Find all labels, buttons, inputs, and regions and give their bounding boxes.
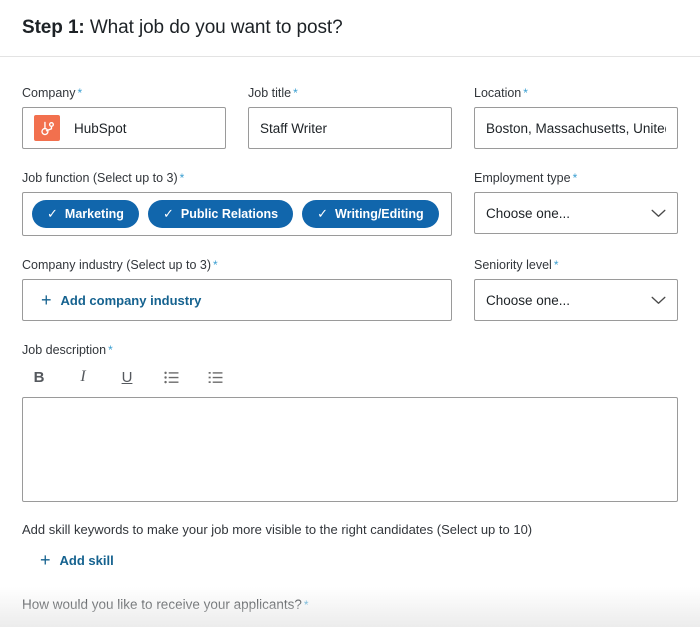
rich-text-toolbar: B I U bbox=[22, 364, 678, 390]
field-job-description: Job description* B I U bbox=[22, 342, 678, 502]
required-indicator: * bbox=[213, 258, 218, 272]
location-input[interactable]: Boston, Massachusetts, United bbox=[474, 107, 678, 149]
field-job-title: Job title* Staff Writer bbox=[248, 85, 452, 149]
field-company: Company* HubSpot bbox=[22, 85, 226, 149]
field-company-industry: Company industry (Select up to 3)* + Add … bbox=[22, 257, 452, 321]
job-title-value: Staff Writer bbox=[260, 121, 327, 136]
bulleted-list-icon[interactable] bbox=[160, 366, 182, 388]
seniority-level-select[interactable]: Choose one... bbox=[474, 279, 678, 321]
bold-icon[interactable]: B bbox=[28, 366, 50, 388]
required-indicator: * bbox=[108, 343, 113, 357]
company-industry-label: Company industry (Select up to 3)* bbox=[22, 257, 452, 273]
company-label: Company* bbox=[22, 85, 226, 101]
skills-helper-text: Add skill keywords to make your job more… bbox=[22, 521, 678, 539]
required-indicator: * bbox=[304, 598, 309, 612]
plus-icon: + bbox=[40, 551, 51, 569]
required-indicator: * bbox=[523, 86, 528, 100]
employment-type-value: Choose one... bbox=[486, 206, 570, 221]
add-skill-button[interactable]: + Add skill bbox=[40, 551, 114, 569]
company-value: HubSpot bbox=[74, 121, 127, 136]
seniority-level-value: Choose one... bbox=[486, 293, 570, 308]
chip-public-relations[interactable]: ✓ Public Relations bbox=[148, 200, 293, 228]
step-question: What job do you want to post? bbox=[85, 17, 343, 38]
applicants-question: How would you like to receive your appli… bbox=[22, 571, 678, 612]
required-indicator: * bbox=[78, 86, 83, 100]
hubspot-sprocket-icon bbox=[34, 115, 60, 141]
chip-label: Writing/Editing bbox=[335, 207, 424, 221]
location-label: Location* bbox=[474, 85, 678, 101]
required-indicator: * bbox=[573, 171, 578, 185]
chip-marketing[interactable]: ✓ Marketing bbox=[32, 200, 139, 228]
form-row-function: Job function (Select up to 3)* ✓ Marketin… bbox=[22, 170, 678, 236]
form-row-industry: Company industry (Select up to 3)* + Add … bbox=[22, 257, 678, 321]
check-icon: ✓ bbox=[163, 206, 174, 222]
chevron-down-icon bbox=[651, 206, 666, 221]
form-row-basics: Company* HubSpot Job title* Sta bbox=[22, 85, 678, 149]
check-icon: ✓ bbox=[47, 206, 58, 222]
job-description-textarea[interactable] bbox=[22, 397, 678, 502]
chevron-down-icon bbox=[651, 293, 666, 308]
job-function-chip-container[interactable]: ✓ Marketing ✓ Public Relations ✓ Writing/Ed… bbox=[22, 192, 452, 236]
check-icon: ✓ bbox=[317, 206, 328, 222]
italic-icon[interactable]: I bbox=[72, 366, 94, 388]
page-header: Step 1: What job do you want to post? bbox=[0, 0, 700, 57]
location-value: Boston, Massachusetts, United bbox=[486, 121, 666, 136]
required-indicator: * bbox=[554, 258, 559, 272]
required-indicator: * bbox=[180, 171, 185, 185]
add-skill-label: Add skill bbox=[60, 553, 114, 568]
field-employment-type: Employment type* Choose one... bbox=[474, 170, 678, 236]
job-title-input[interactable]: Staff Writer bbox=[248, 107, 452, 149]
job-post-form: Company* HubSpot Job title* Sta bbox=[0, 57, 700, 612]
job-title-label: Job title* bbox=[248, 85, 452, 101]
plus-icon: + bbox=[41, 291, 52, 309]
add-skill-wrapper: + Add skill bbox=[22, 539, 678, 571]
add-company-industry-label: Add company industry bbox=[61, 293, 202, 308]
add-company-industry-button[interactable]: + Add company industry bbox=[41, 291, 201, 309]
job-description-label: Job description* bbox=[22, 342, 678, 358]
required-indicator: * bbox=[293, 86, 298, 100]
field-job-function: Job function (Select up to 3)* ✓ Marketin… bbox=[22, 170, 452, 236]
page-title: Step 1: What job do you want to post? bbox=[22, 17, 343, 39]
company-industry-container[interactable]: + Add company industry bbox=[22, 279, 452, 321]
employment-type-label: Employment type* bbox=[474, 170, 678, 186]
company-input[interactable]: HubSpot bbox=[22, 107, 226, 149]
job-function-label: Job function (Select up to 3)* bbox=[22, 170, 452, 186]
field-seniority-level: Seniority level* Choose one... bbox=[474, 257, 678, 321]
chip-label: Public Relations bbox=[181, 207, 278, 221]
seniority-level-label: Seniority level* bbox=[474, 257, 678, 273]
employment-type-select[interactable]: Choose one... bbox=[474, 192, 678, 234]
chip-writing-editing[interactable]: ✓ Writing/Editing bbox=[302, 200, 439, 228]
numbered-list-icon[interactable] bbox=[204, 366, 226, 388]
step-label: Step 1: bbox=[22, 17, 85, 38]
field-location: Location* Boston, Massachusetts, United bbox=[474, 85, 678, 149]
chip-label: Marketing bbox=[65, 207, 124, 221]
underline-icon[interactable]: U bbox=[116, 366, 138, 388]
